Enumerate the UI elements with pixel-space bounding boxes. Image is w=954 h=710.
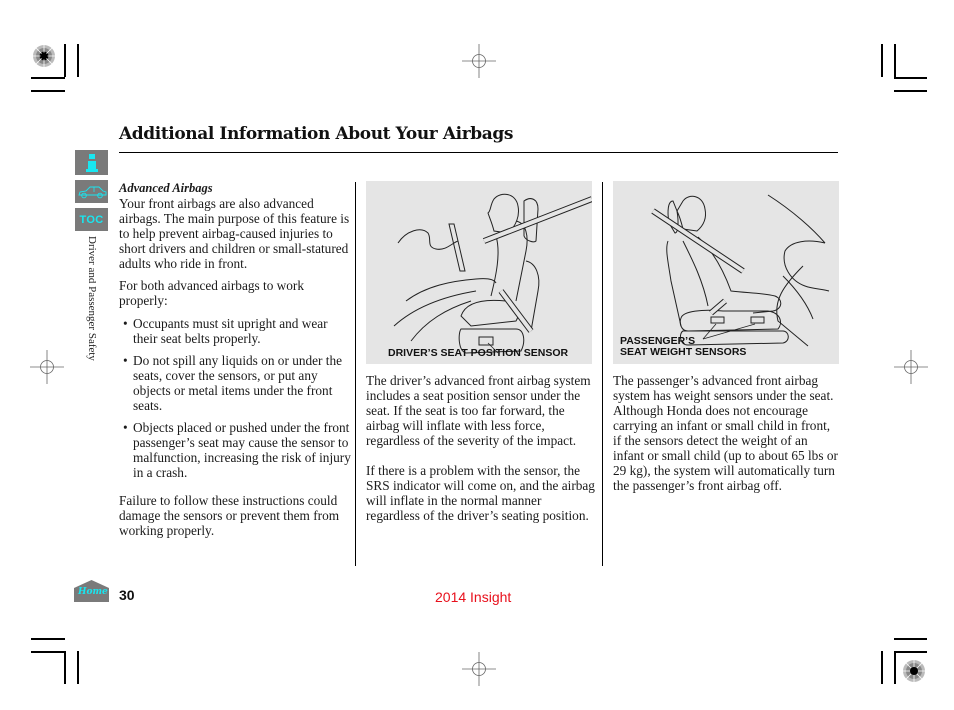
- registration-target-icon: [33, 45, 55, 67]
- subheading: Advanced Airbags: [119, 181, 213, 195]
- crosshair-icon: [30, 350, 64, 384]
- passenger-seat-illustration: PASSENGER’S SEAT WEIGHT SENSORS: [613, 181, 839, 364]
- list-item: Occupants must sit upright and wear thei…: [119, 316, 351, 346]
- crosshair-icon: [462, 44, 496, 78]
- section-label: Driver and Passenger Safety: [86, 236, 98, 361]
- driver-seat-illustration: DRIVER’S SEAT POSITION SENSOR: [366, 181, 594, 364]
- info-icon: [85, 153, 98, 172]
- warning-paragraph: Failure to follow these instructions cou…: [119, 493, 340, 538]
- figure-caption: DRIVER’S SEAT POSITION SENSOR: [388, 347, 569, 359]
- driver-paragraph-2: If there is a problem with the sensor, t…: [366, 463, 595, 523]
- lead-paragraph: For both advanced airbags to work proper…: [119, 278, 305, 308]
- info-button[interactable]: [75, 150, 108, 175]
- driver-seat-diagram: [393, 193, 594, 354]
- figure-caption-line2: SEAT WEIGHT SENSORS: [620, 346, 747, 358]
- page-title: Additional Information About Your Airbag…: [119, 124, 514, 144]
- column-divider: [602, 182, 603, 566]
- driver-paragraph-1: The driver’s advanced front airbag syste…: [366, 373, 591, 448]
- title-divider: [119, 152, 838, 153]
- home-button[interactable]: Home: [74, 580, 109, 602]
- list-item: Do not spill any liquids on or under the…: [119, 353, 351, 413]
- column-passenger-sensor: The passenger’s advanced front airbag sy…: [613, 373, 839, 493]
- requirements-list: Occupants must sit upright and wear thei…: [119, 316, 351, 480]
- intro-paragraph: Your front airbags are also advanced air…: [119, 196, 350, 271]
- model-name: 2014 Insight: [435, 589, 512, 605]
- column-divider: [355, 182, 356, 566]
- passenger-paragraph: The passenger’s advanced front airbag sy…: [613, 373, 838, 493]
- car-icon: [77, 186, 106, 198]
- toc-label: TOC: [79, 213, 104, 226]
- column-driver-sensor: The driver’s advanced front airbag syste…: [366, 373, 596, 523]
- toc-button[interactable]: TOC: [75, 208, 108, 231]
- column-advanced-airbags: Advanced Airbags Your front airbags are …: [119, 181, 351, 538]
- vehicle-index-button[interactable]: [75, 180, 108, 203]
- home-label: Home: [78, 587, 108, 597]
- crosshair-icon: [462, 652, 496, 686]
- list-item: Objects placed or pushed under the front…: [119, 420, 351, 480]
- registration-target-icon: [903, 660, 925, 682]
- page-number: 30: [119, 587, 135, 603]
- crosshair-icon: [894, 350, 928, 384]
